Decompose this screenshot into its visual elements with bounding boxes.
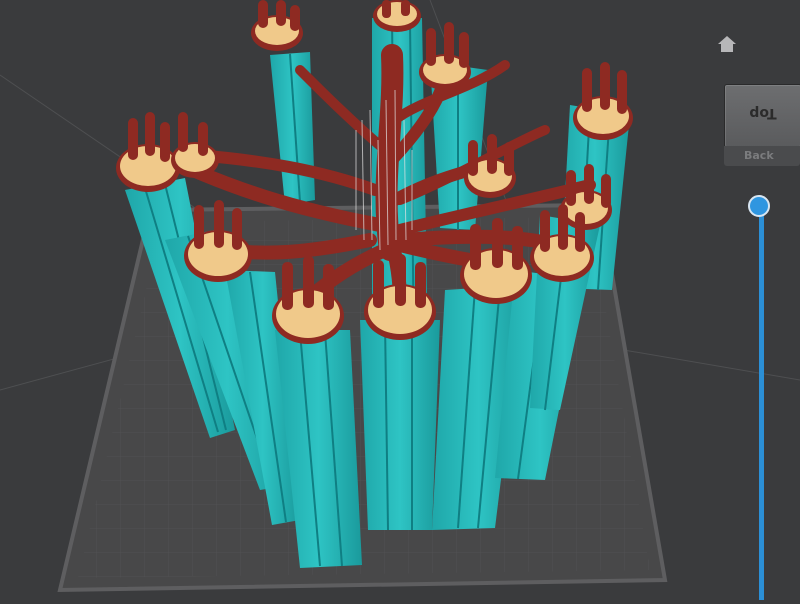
raft-pad xyxy=(272,256,344,344)
raft-pad xyxy=(573,62,633,140)
raft-pad xyxy=(364,254,436,340)
raft-pad xyxy=(460,218,532,304)
view-cube-top-label: Top xyxy=(749,105,777,121)
view-cube-top-face[interactable]: Top xyxy=(724,84,800,148)
view-cube[interactable]: Top Back xyxy=(722,80,800,168)
support-pillar xyxy=(360,320,440,531)
layer-slider-handle[interactable] xyxy=(748,195,770,217)
view-cube-back-label: Back xyxy=(744,149,774,162)
3d-viewport[interactable] xyxy=(0,0,800,600)
raft-pad xyxy=(116,112,180,192)
raft-pad xyxy=(184,200,252,282)
view-cube-back-face[interactable]: Back xyxy=(724,146,800,166)
raft-pad xyxy=(251,0,303,51)
home-view-button[interactable] xyxy=(713,30,741,58)
print-preview-canvas[interactable] xyxy=(0,0,800,600)
raft-pad xyxy=(419,22,471,90)
home-icon xyxy=(718,36,736,52)
raft-pad xyxy=(171,112,219,178)
layer-slider-track[interactable] xyxy=(759,207,764,600)
raft-pad xyxy=(464,134,516,198)
raft-pad xyxy=(373,0,421,32)
